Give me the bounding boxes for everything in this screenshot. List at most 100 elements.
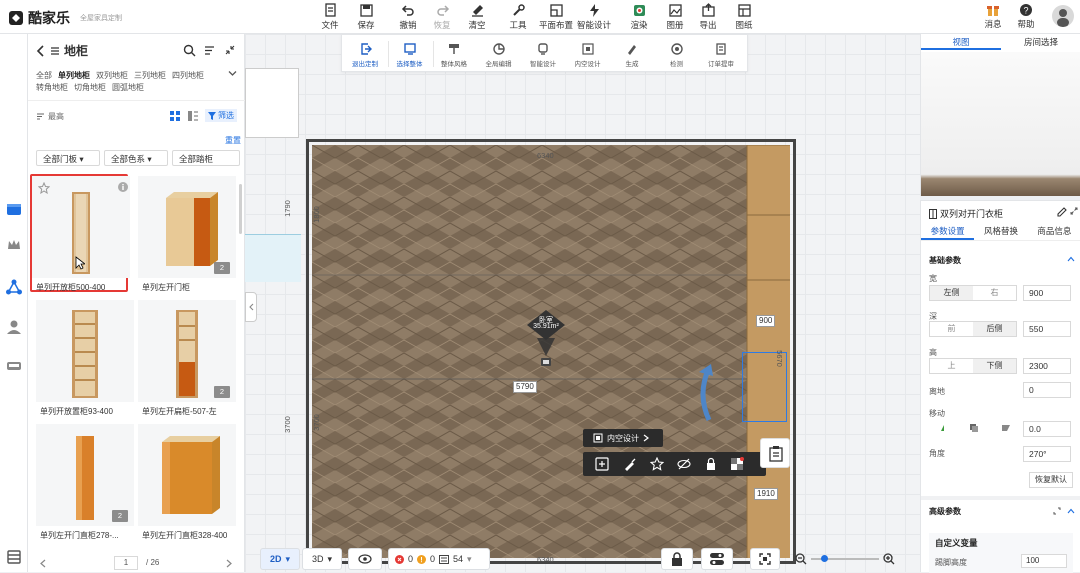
save-button[interactable]: 保存 — [351, 3, 381, 31]
move-center-icon[interactable] — [969, 423, 979, 433]
star-icon[interactable] — [38, 182, 50, 194]
sort-icon[interactable] — [204, 45, 215, 56]
library-item[interactable]: 2 单列左开门直柜278-... — [36, 424, 134, 542]
restore-default-button[interactable]: 恢复默认 — [1029, 472, 1073, 488]
subtool-inspect[interactable]: 检测 — [657, 42, 697, 68]
view-2d-button[interactable]: 2D ▾ — [260, 548, 300, 570]
category-tab[interactable]: 四列地柜 — [172, 70, 204, 81]
album-button[interactable]: 图册 — [660, 3, 690, 31]
smart-design-button[interactable]: 智能设计 — [577, 3, 611, 31]
help-button[interactable]: ? 帮助 — [1011, 3, 1041, 30]
zoom-slider[interactable] — [811, 555, 879, 562]
prev-page-icon[interactable] — [40, 559, 46, 568]
height-input[interactable]: 2300 — [1023, 358, 1071, 374]
list-view-icon[interactable] — [188, 111, 198, 121]
category-tab[interactable]: 转角地柜 — [36, 82, 68, 93]
rotate-arrow-icon[interactable] — [695, 364, 715, 424]
cabinet-filter-select[interactable]: 全部踏柜 — [172, 150, 240, 166]
edit-icon[interactable] — [1057, 207, 1067, 217]
subtool-whole-style[interactable]: 整体风格 — [434, 42, 474, 68]
ground-input[interactable]: 0 — [1023, 382, 1071, 398]
sort-dropdown[interactable]: 最高 — [36, 111, 64, 122]
subtool-smart-design[interactable]: 智能设计 — [523, 42, 563, 68]
network-icon[interactable] — [5, 278, 23, 296]
subtool-generate[interactable]: 生成 — [612, 42, 652, 68]
dim-depth-label[interactable]: 900 — [756, 315, 776, 327]
dim-width-label[interactable]: 5790 — [513, 381, 537, 393]
chevron-up-icon[interactable] — [1067, 508, 1075, 514]
dim-cabinet-2[interactable]: 1910 — [754, 488, 778, 500]
design-canvas[interactable]: 退出定制选择整体整体风格全局编辑智能设计内空设计生成检测订单提审 — [245, 34, 920, 572]
subtool-order-review[interactable]: 订单提审 — [701, 42, 741, 68]
library-item[interactable]: 2 单列左开扁柜-507-左 — [138, 300, 236, 418]
zoom-out-icon[interactable] — [795, 553, 807, 565]
next-page-icon[interactable] — [226, 559, 232, 568]
fit-view-button[interactable] — [750, 548, 780, 570]
category-tab[interactable]: 三列地柜 — [134, 70, 166, 81]
room-label[interactable]: 卧室 35.91m² — [527, 310, 565, 340]
check-status[interactable]: 0 0 54 ▾ — [388, 548, 490, 570]
file-button[interactable]: 文件 — [315, 3, 345, 31]
view-3d-button[interactable]: 3D ▾ — [302, 548, 342, 570]
category-tab[interactable]: 全部 — [36, 70, 52, 81]
floor-plan-button[interactable]: 平面布置 — [539, 3, 573, 31]
user-icon[interactable] — [5, 318, 23, 336]
library-item[interactable]: 单列左开门直柜328-400 — [138, 424, 236, 542]
redo-button[interactable]: 恢复 — [427, 3, 457, 31]
subtool-global-edit[interactable]: 全局编辑 — [479, 42, 519, 68]
expand-icon[interactable] — [1070, 207, 1078, 215]
color-filter-select[interactable]: 全部色系 ▾ — [104, 150, 168, 166]
add-icon[interactable] — [595, 457, 609, 471]
category-tab[interactable]: 单列地柜 — [58, 70, 90, 81]
cabinet-library-icon[interactable] — [5, 200, 23, 218]
category-tab[interactable]: 圆弧地柜 — [112, 82, 144, 93]
export-button[interactable]: 导出 — [693, 3, 723, 31]
depth-anchor-toggle[interactable]: 前后侧 — [929, 321, 1017, 337]
scrollbar[interactable] — [239, 184, 242, 234]
tab-product[interactable]: 商品信息 — [1028, 225, 1080, 240]
favorite-icon[interactable] — [650, 457, 664, 471]
zoom-in-icon[interactable] — [883, 553, 895, 565]
app-logo[interactable]: 酷家乐 全屋家具定制 — [8, 8, 122, 28]
lock-icon[interactable] — [704, 457, 718, 471]
material-icon[interactable] — [730, 457, 744, 471]
category-tab[interactable]: 双列地柜 — [96, 70, 128, 81]
door-filter-select[interactable]: 全部门板 ▾ — [36, 150, 100, 166]
chevron-up-icon[interactable] — [1067, 256, 1075, 262]
angle-input[interactable]: 270° — [1023, 446, 1071, 462]
info-icon[interactable] — [118, 182, 128, 192]
panel-collapse-handle[interactable] — [245, 292, 257, 322]
kick-input[interactable]: 100 — [1021, 554, 1067, 568]
layers-icon[interactable] — [5, 548, 23, 566]
collapse-icon[interactable] — [225, 45, 235, 55]
message-button[interactable]: 消息 — [978, 3, 1008, 30]
hide-icon[interactable] — [677, 457, 691, 471]
page-input[interactable]: 1 — [114, 556, 138, 570]
sofa-icon[interactable] — [5, 356, 23, 374]
subtool-interior-design[interactable]: 内空设计 — [568, 42, 608, 68]
back-icon[interactable] — [36, 44, 46, 57]
category-tab[interactable]: 切角地柜 — [74, 82, 106, 93]
move-left-icon[interactable] — [939, 423, 949, 433]
subtool-select-whole[interactable]: 选择整体 — [390, 42, 430, 68]
visibility-button[interactable] — [348, 548, 382, 570]
library-item[interactable]: 2 单列左开门柜 — [138, 176, 236, 294]
tab-room-select[interactable]: 房间选择 — [1001, 34, 1080, 50]
crown-icon[interactable] — [5, 236, 23, 254]
expand-icon[interactable] — [1053, 507, 1061, 515]
avatar[interactable] — [1052, 5, 1074, 27]
camera-icon[interactable] — [534, 338, 558, 374]
toggle-settings-button[interactable] — [701, 548, 733, 570]
library-item[interactable]: 单列开放置柜93-400 — [36, 300, 134, 418]
grid-view-icon[interactable] — [170, 111, 180, 121]
brush-icon[interactable] — [623, 457, 637, 471]
height-anchor-toggle[interactable]: 上下侧 — [929, 358, 1017, 374]
3d-preview-image[interactable] — [921, 52, 1080, 196]
tab-style[interactable]: 风格替换 — [974, 225, 1027, 240]
filter-button[interactable]: 筛选 — [205, 109, 237, 122]
reset-link[interactable]: 重置 — [225, 135, 241, 146]
interior-design-button[interactable]: 内空设计 — [583, 429, 663, 447]
search-icon[interactable] — [183, 44, 196, 57]
tab-params[interactable]: 参数设置 — [921, 225, 975, 240]
clear-button[interactable]: 清空 — [462, 3, 492, 31]
